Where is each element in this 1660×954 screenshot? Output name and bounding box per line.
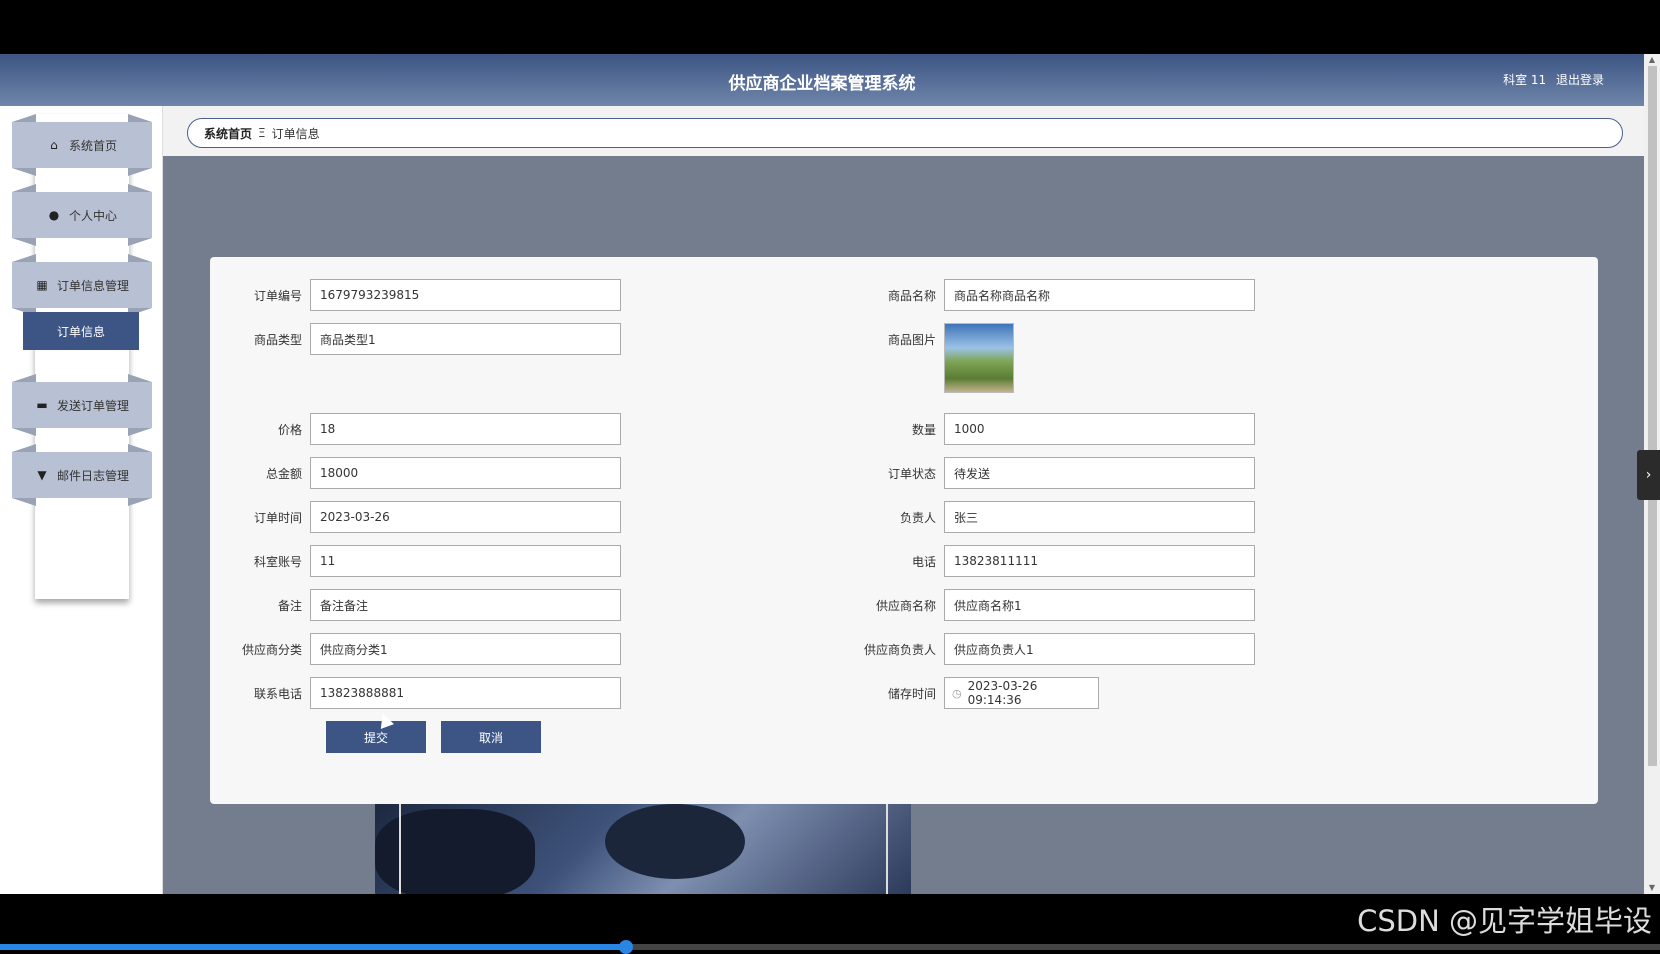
submit-button[interactable]: 提交 (326, 721, 426, 753)
main-content: 系统首页 Ξ 订单信息 订单编号 1679793239815 商品类型 商品类型… (163, 106, 1644, 894)
expand-panel-tab[interactable]: › (1637, 450, 1660, 500)
phone-field[interactable]: 13823811111 (944, 545, 1255, 577)
product-type-field[interactable]: 商品类型1 (310, 323, 621, 355)
app-window: 供应商企业档案管理系统 科室 11 退出登录 ⌂ 系统首页 ● 个人中心 ▦ 订… (0, 54, 1660, 894)
product-name-field[interactable]: 商品名称商品名称 (944, 279, 1255, 311)
sidebar-item-orders[interactable]: ▦ 订单信息管理 (12, 254, 152, 316)
form-row-product-type: 商品类型 商品类型1 (210, 323, 621, 355)
form-row-supplier-category: 供应商分类 供应商分类1 (210, 633, 621, 665)
sidebar-item-label: 个人中心 (68, 208, 117, 223)
order-form: 订单编号 1679793239815 商品类型 商品类型1 价格 18 总金额 … (210, 257, 1598, 804)
video-progress-bar[interactable] (0, 940, 1660, 954)
storage-time-picker[interactable]: ◷ 2023-03-26 09:14:36 (944, 677, 1099, 709)
form-row-price: 价格 18 (210, 413, 621, 445)
dept-account-label: 科室账号 (253, 554, 302, 569)
form-row-status: 订单状态 待发送 (844, 457, 1255, 489)
order-time-label: 订单时间 (253, 510, 302, 525)
form-row-dept-account: 科室账号 11 (210, 545, 621, 577)
order-time-field[interactable]: 2023-03-26 (310, 501, 621, 533)
quantity-label: 数量 (911, 422, 936, 437)
supplier-name-field[interactable]: 供应商名称1 (944, 589, 1255, 621)
clock-icon: ◷ (952, 686, 962, 700)
form-row-supplier-name: 供应商名称 供应商名称1 (844, 589, 1255, 621)
product-name-label: 商品名称 (887, 288, 936, 303)
scroll-up-icon[interactable]: ▲ (1644, 54, 1660, 66)
sidebar-item-label: 发送订单管理 (56, 398, 129, 413)
contact-phone-field[interactable]: 13823888881 (310, 677, 621, 709)
supplier-name-label: 供应商名称 (875, 598, 936, 613)
breadcrumb-current: 订单信息 (271, 126, 320, 141)
sidebar-item-label: 邮件日志管理 (56, 468, 129, 483)
breadcrumb-home[interactable]: 系统首页 (204, 125, 252, 142)
top-header: 供应商企业档案管理系统 科室 11 退出登录 (0, 54, 1644, 106)
breadcrumb-bar: 系统首页 Ξ 订单信息 (163, 106, 1644, 156)
price-label: 价格 (277, 422, 302, 437)
form-row-quantity: 数量 1000 (844, 413, 1255, 445)
send-icon: ▬ (36, 398, 48, 412)
breadcrumb-separator: Ξ (258, 126, 266, 140)
storage-time-label: 储存时间 (887, 686, 936, 701)
form-row-phone: 电话 13823811111 (844, 545, 1255, 577)
scroll-down-icon[interactable]: ▼ (1644, 882, 1660, 894)
mail-icon: ▼ (37, 468, 47, 482)
phone-label: 电话 (911, 554, 936, 569)
order-no-field[interactable]: 1679793239815 (310, 279, 621, 311)
order-no-label: 订单编号 (253, 288, 302, 303)
form-row-product-name: 商品名称 商品名称商品名称 (844, 279, 1255, 311)
home-icon: ⌂ (50, 138, 58, 152)
supplier-category-label: 供应商分类 (241, 642, 302, 657)
product-image-label: 商品图片 (887, 333, 936, 347)
product-image-thumbnail[interactable] (944, 323, 1014, 393)
supplier-owner-field[interactable]: 供应商负责人1 (944, 633, 1255, 665)
dept-account-field[interactable]: 11 (310, 545, 621, 577)
user-area: 科室 11 退出登录 (1497, 71, 1604, 88)
owner-label: 负责人 (899, 510, 936, 525)
form-row-order-no: 订单编号 1679793239815 (210, 279, 621, 311)
sidebar-item-send-orders[interactable]: ▬ 发送订单管理 (12, 374, 152, 436)
form-row-supplier-owner: 供应商负责人 供应商负责人1 (844, 633, 1255, 665)
form-row-storage-time: 储存时间 ◷ 2023-03-26 09:14:36 (844, 677, 1099, 709)
form-row-order-time: 订单时间 2023-03-26 (210, 501, 621, 533)
status-field[interactable]: 待发送 (944, 457, 1255, 489)
sidebar: ⌂ 系统首页 ● 个人中心 ▦ 订单信息管理 订单信息 ▬ 发送订单管理 ▼ 邮… (0, 106, 163, 894)
form-row-remark: 备注 备注备注 (210, 589, 621, 621)
supplier-category-field[interactable]: 供应商分类1 (310, 633, 621, 665)
quantity-field[interactable]: 1000 (944, 413, 1255, 445)
watermark: CSDN @见字学姐毕设 (1357, 904, 1652, 938)
form-row-contact-phone: 联系电话 13823888881 (210, 677, 621, 709)
sidebar-item-label: 系统首页 (68, 138, 117, 153)
scrollbar-thumb[interactable] (1648, 66, 1657, 766)
contact-phone-label: 联系电话 (253, 686, 302, 701)
cancel-button[interactable]: 取消 (441, 721, 541, 753)
chevron-right-icon: › (1645, 467, 1652, 483)
status-label: 订单状态 (887, 466, 936, 481)
form-row-total: 总金额 18000 (210, 457, 621, 489)
storage-time-value: 2023-03-26 09:14:36 (967, 679, 1038, 707)
background-image (375, 804, 911, 894)
sidebar-item-mail-log[interactable]: ▼ 邮件日志管理 (12, 444, 152, 506)
supplier-owner-label: 供应商负责人 (863, 642, 936, 657)
sidebar-item-home[interactable]: ⌂ 系统首页 (12, 114, 152, 176)
form-row-owner: 负责人 张三 (844, 501, 1255, 533)
remark-field[interactable]: 备注备注 (310, 589, 621, 621)
progress-knob[interactable] (619, 940, 633, 954)
form-row-product-image: 商品图片 (844, 323, 1014, 393)
submenu-order-info[interactable]: 订单信息 (23, 312, 139, 350)
user-icon: ● (48, 208, 60, 222)
progress-fill (0, 944, 626, 950)
product-type-label: 商品类型 (253, 332, 302, 347)
logout-link[interactable]: 退出登录 (1556, 73, 1604, 87)
total-field[interactable]: 18000 (310, 457, 621, 489)
remark-label: 备注 (277, 598, 302, 613)
owner-field[interactable]: 张三 (944, 501, 1255, 533)
sidebar-item-label: 订单信息管理 (56, 278, 129, 293)
breadcrumb: 系统首页 Ξ 订单信息 (187, 118, 1623, 148)
sidebar-item-profile[interactable]: ● 个人中心 (12, 184, 152, 246)
price-field[interactable]: 18 (310, 413, 621, 445)
user-name: 科室 11 (1503, 73, 1547, 87)
total-label: 总金额 (265, 466, 302, 481)
grid-icon: ▦ (36, 278, 48, 292)
app-title: 供应商企业档案管理系统 (728, 74, 916, 94)
